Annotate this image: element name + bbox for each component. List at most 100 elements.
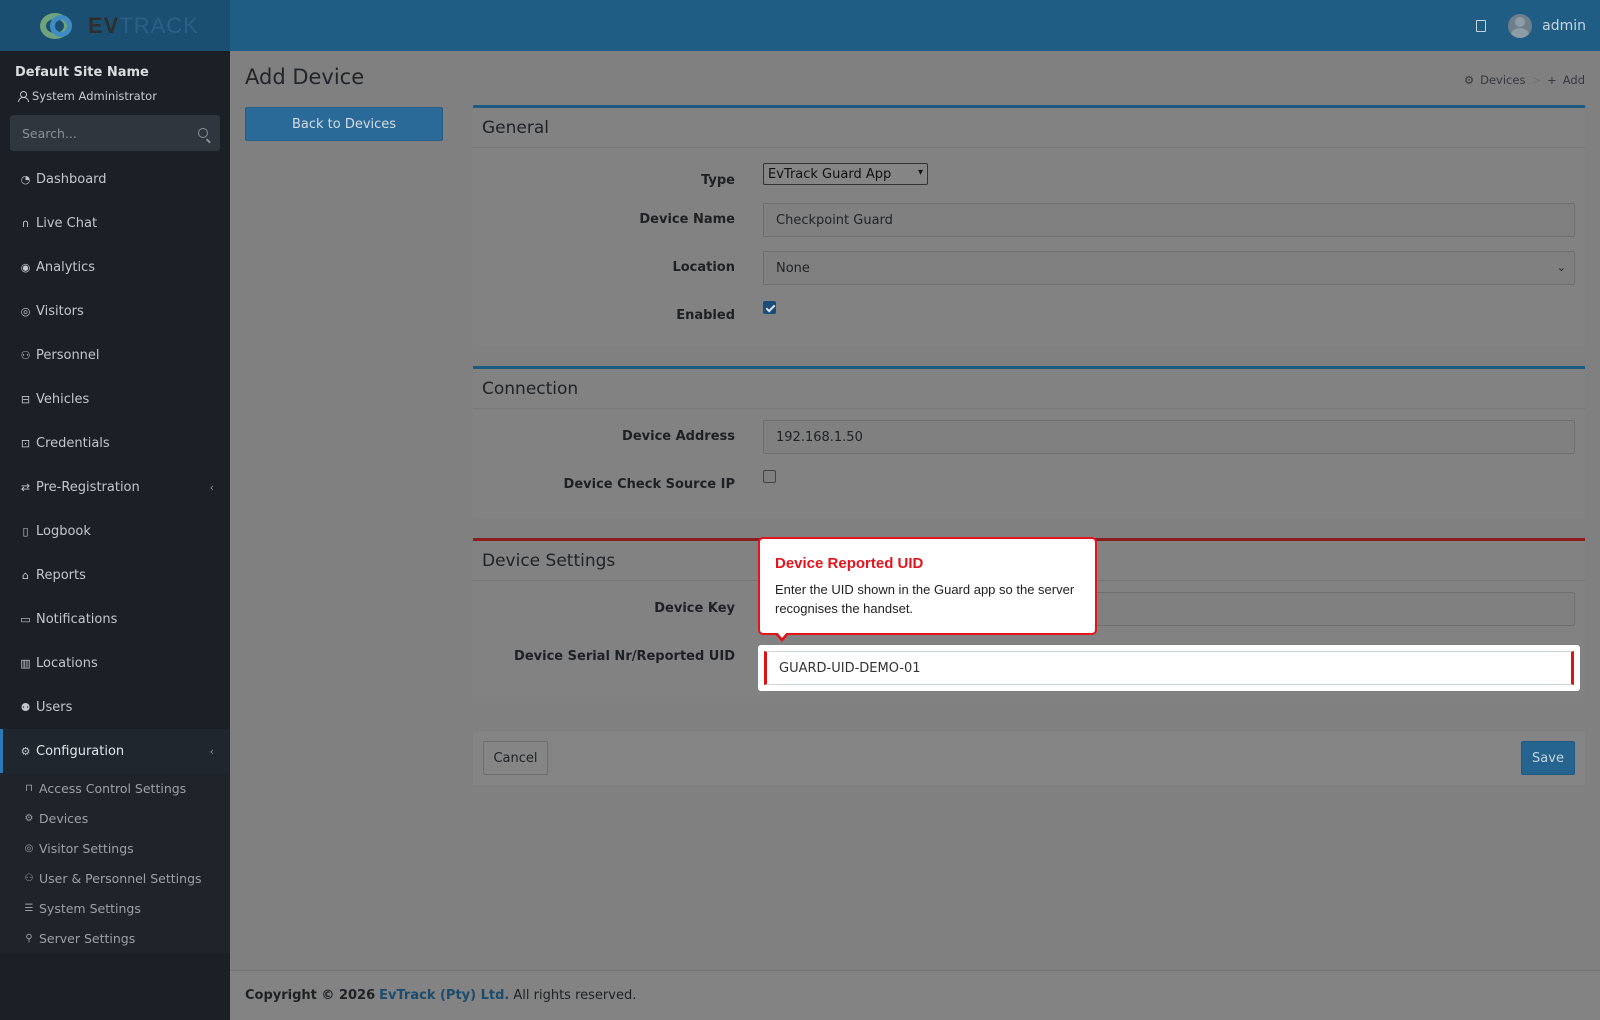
gear-icon: ⚙: [1463, 73, 1475, 87]
user-role: System Administrator: [18, 89, 157, 103]
book-icon: ▯: [22, 524, 29, 538]
sidebar-item-user-personnel-settings[interactable]: ⚇ User & Personnel Settings: [0, 863, 230, 893]
form-actions: Cancel Save: [473, 731, 1585, 785]
chevron-down-icon: ▾: [917, 167, 923, 178]
sidebar-item-visitor-settings[interactable]: ◎ Visitor Settings: [0, 833, 230, 863]
sidebar-item-configuration[interactable]: ⚙ Configuration ‹: [0, 729, 230, 773]
tooltip-arrow: [774, 631, 790, 642]
device-address-input[interactable]: 192.168.1.50: [763, 420, 1575, 454]
eye-icon: ◎: [20, 304, 31, 318]
headset-icon: ∩: [21, 216, 30, 230]
sidebar-item-live-chat[interactable]: ∩ Live Chat: [0, 201, 230, 245]
sliders-icon: ☰: [24, 902, 34, 914]
type-row: Type EvTrack Guard App ▾: [473, 163, 1585, 197]
search-icon[interactable]: [198, 128, 208, 138]
card-heading: General: [473, 108, 1585, 148]
chart-icon: ⌂: [22, 568, 29, 582]
back-to-devices-button[interactable]: Back to Devices: [245, 107, 443, 141]
user-menu[interactable]: admin: [1508, 13, 1586, 38]
device-name-row: Device Name Checkpoint Guard: [473, 203, 1585, 237]
breadcrumb: ⚙ Devices > + Add: [1464, 73, 1585, 87]
enabled-label: Enabled: [676, 308, 735, 323]
location-row: Location None ⌄: [473, 251, 1585, 285]
sidebar-item-analytics[interactable]: ◉ Analytics: [0, 245, 230, 289]
sidebar-item-dashboard[interactable]: ◔ Dashboard: [0, 157, 230, 201]
save-button[interactable]: Save: [1521, 741, 1575, 775]
device-address-label: Device Address: [622, 429, 735, 444]
help-tooltip: Device Reported UID Enter the UID shown …: [758, 537, 1097, 642]
sidebar-item-reports[interactable]: ⌂ Reports: [0, 553, 230, 597]
sidebar-item-visitors[interactable]: ◎ Visitors: [0, 289, 230, 333]
enabled-checkbox[interactable]: [763, 301, 776, 314]
company-link[interactable]: EvTrack (Pty) Ltd.: [379, 988, 509, 1003]
page-title: Add Device: [245, 65, 365, 89]
sidebar-item-server-settings[interactable]: ⚲ Server Settings: [0, 923, 230, 953]
gear-icon: ⚙: [24, 812, 34, 824]
device-name-input[interactable]: Checkpoint Guard: [763, 203, 1575, 237]
type-select[interactable]: EvTrack Guard App ▾: [763, 163, 928, 185]
sidebar-item-devices[interactable]: ⚙ Devices: [0, 803, 230, 833]
gauge-icon: ◔: [20, 172, 31, 186]
person-gear-icon: ⚇: [20, 348, 31, 362]
breadcrumb-devices[interactable]: Devices: [1480, 73, 1525, 87]
uid-input[interactable]: GUARD-UID-DEMO-01: [764, 651, 1574, 685]
device-address-row: Device Address 192.168.1.50: [473, 420, 1585, 454]
card-heading: Connection: [473, 369, 1585, 409]
breadcrumb-separator: >: [1531, 73, 1542, 87]
breadcrumb-add: Add: [1562, 73, 1585, 87]
rights-text: All rights reserved.: [513, 988, 637, 1003]
check-source-ip-checkbox[interactable]: [763, 470, 776, 483]
device-key-label: Device Key: [654, 601, 735, 616]
chevron-down-icon: ⌄: [1556, 261, 1566, 274]
sidebar-item-logbook[interactable]: ▯ Logbook: [0, 509, 230, 553]
wrench-icon: ⚲: [25, 932, 33, 944]
sidebar-item-users[interactable]: ⚉ Users: [0, 685, 230, 729]
sidebar-item-vehicles[interactable]: ⊟ Vehicles: [0, 377, 230, 421]
brand-name: EVTRACK: [88, 12, 199, 38]
main-content: Add Device ⚙ Devices > + Add Back to Dev…: [230, 51, 1600, 970]
device-name-label: Device Name: [639, 212, 735, 227]
uid-label: Device Serial Nr/Reported UID: [514, 649, 735, 664]
map-icon: ▥: [20, 656, 31, 670]
sidebar-item-notifications[interactable]: ▭ Notifications: [0, 597, 230, 641]
location-select[interactable]: None ⌄: [763, 251, 1575, 285]
sidebar-item-credentials[interactable]: ⊡ Credentials: [0, 421, 230, 465]
location-label: Location: [672, 260, 735, 275]
enabled-row: Enabled: [473, 299, 1585, 333]
id-card-icon: ⊡: [20, 436, 31, 450]
chevron-left-icon: ‹: [209, 744, 214, 758]
user-gear-icon: ⚇: [24, 872, 34, 884]
avatar: [1508, 13, 1533, 38]
sidebar-search: [10, 115, 220, 151]
search-input[interactable]: [22, 125, 182, 141]
tooltip-body: Enter the UID shown in the Guard app so …: [775, 582, 1075, 616]
site-name: Default Site Name: [15, 65, 149, 80]
arrows-icon: ⇄: [20, 480, 31, 494]
brand-logo[interactable]: EVTRACK: [0, 0, 230, 51]
sidebar-item-personnel[interactable]: ⚇ Personnel: [0, 333, 230, 377]
page-footer: Copyright © 2026 EvTrack (Pty) Ltd. All …: [230, 970, 1600, 1020]
uid-field-highlight: GUARD-UID-DEMO-01: [758, 645, 1580, 691]
lock-icon: ⊓: [25, 782, 33, 794]
tooltip-title: Device Reported UID: [775, 555, 924, 572]
cancel-button[interactable]: Cancel: [483, 741, 548, 775]
chevron-left-icon: ‹: [209, 480, 214, 494]
top-navbar: EVTRACK admin: [0, 0, 1600, 51]
sidebar-item-pre-registration[interactable]: ⇄ Pre-Registration ‹: [0, 465, 230, 509]
chat-icon: ▭: [20, 612, 31, 626]
target-icon: ◉: [20, 260, 31, 274]
car-icon: ⊟: [20, 392, 31, 406]
copyright-text: Copyright © 2026: [245, 988, 376, 1003]
check-source-ip-label: Device Check Source IP: [563, 477, 735, 492]
book-icon[interactable]: [1476, 19, 1487, 32]
sidebar-item-system-settings[interactable]: ☰ System Settings: [0, 893, 230, 923]
general-card: General Type EvTrack Guard App ▾ Device N…: [473, 105, 1585, 347]
sidebar-item-access-control-settings[interactable]: ⊓ Access Control Settings: [0, 773, 230, 803]
sidebar-nav: ◔ Dashboard ∩ Live Chat ◉ Analytics ◎ Visito…: [0, 157, 230, 953]
eye-icon: ◎: [24, 842, 34, 854]
configuration-submenu: ⊓ Access Control Settings ⚙ Devices ◎ Visit…: [0, 773, 230, 953]
username: admin: [1542, 17, 1586, 34]
sidebar-item-locations[interactable]: ▥ Locations: [0, 641, 230, 685]
gear-icon: ⚙: [20, 744, 31, 758]
type-label: Type: [701, 173, 735, 188]
